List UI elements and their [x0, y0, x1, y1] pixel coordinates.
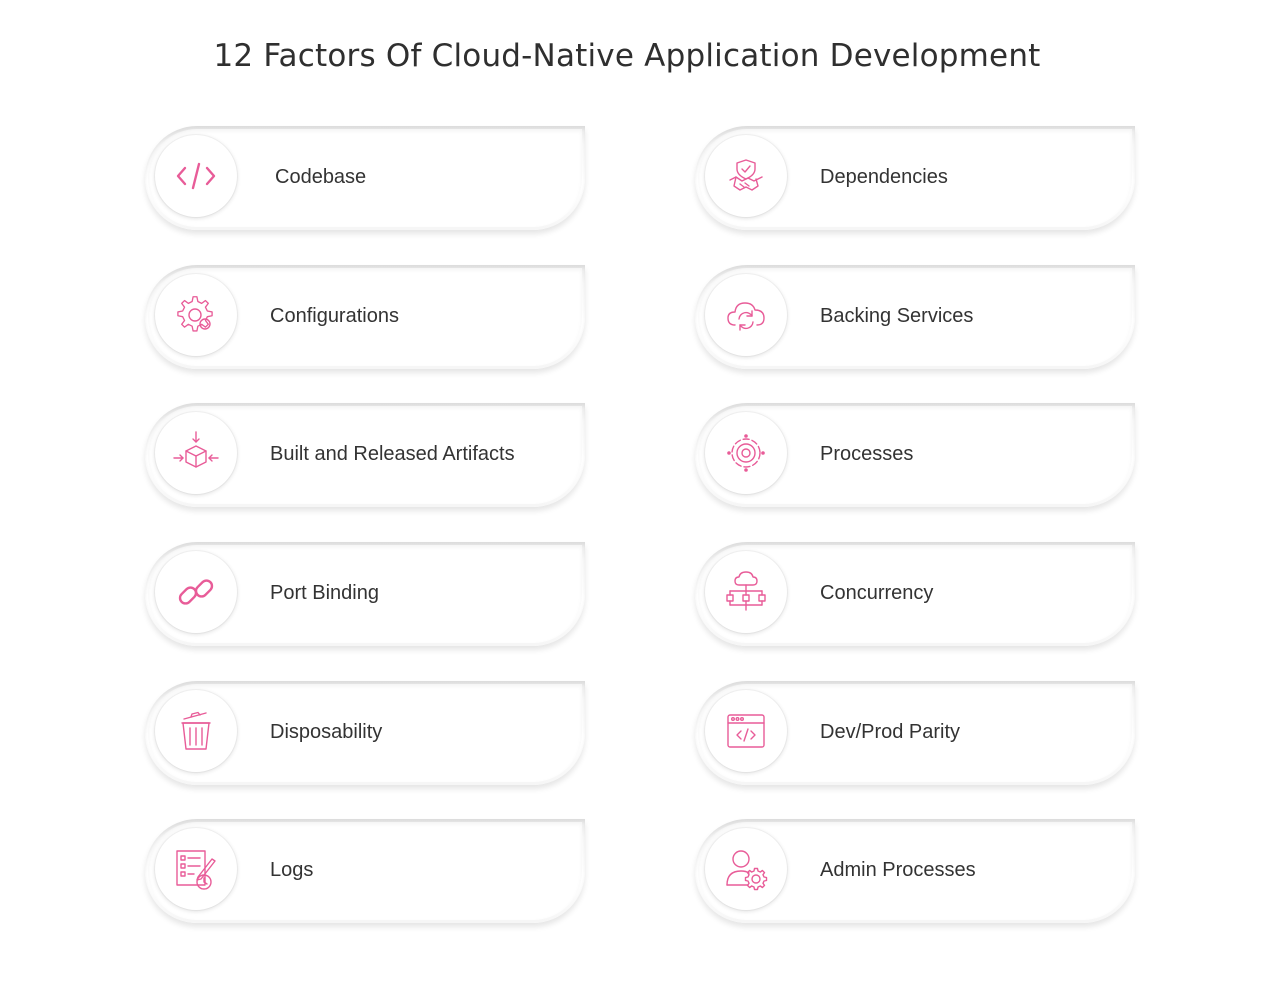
page-title: 12 Factors Of Cloud-Native Application D…: [213, 38, 1041, 74]
user-gear-icon: [705, 828, 787, 910]
factor-label: Built and Released Artifacts: [270, 443, 515, 465]
factor-label: Backing Services: [820, 305, 974, 327]
factor-card-built-released-artifacts: Built and Released Artifacts: [145, 403, 585, 507]
factor-label: Admin Processes: [820, 859, 976, 881]
factor-card-disposability: Disposability: [145, 681, 585, 785]
gear-cycle-icon: [705, 412, 787, 494]
factor-card-codebase: Codebase: [145, 126, 585, 230]
factor-card-configurations: Configurations: [145, 265, 585, 369]
gears-icon: [155, 274, 237, 356]
factor-label: Processes: [820, 443, 914, 465]
code-brackets-icon: [155, 135, 237, 217]
factor-label: Dev/Prod Parity: [820, 721, 961, 743]
factor-label: Codebase: [275, 166, 367, 188]
factor-card-concurrency: Concurrency: [695, 542, 1135, 646]
factor-label: Configurations: [270, 305, 399, 327]
factor-label: Disposability: [270, 721, 383, 743]
browser-code-icon: [705, 690, 787, 772]
factor-label: Logs: [270, 859, 314, 881]
cloud-sync-icon: [705, 274, 787, 356]
box-arrows-icon: [155, 412, 237, 494]
factor-card-port-binding: Port Binding: [145, 542, 585, 646]
factor-card-dev-prod-parity: Dev/Prod Parity: [695, 681, 1135, 785]
chain-link-icon: [155, 551, 237, 633]
factor-label: Dependencies: [820, 166, 948, 188]
factor-card-logs: Logs: [145, 819, 585, 923]
trash-can-icon: [155, 690, 237, 772]
checklist-pen-icon: [155, 828, 237, 910]
factor-label: Concurrency: [820, 582, 934, 604]
factor-label: Port Binding: [270, 582, 379, 604]
factor-card-backing-services: Backing Services: [695, 265, 1135, 369]
handshake-shield-icon: [705, 135, 787, 217]
factor-card-admin-processes: Admin Processes: [695, 819, 1135, 923]
factor-card-processes: Processes: [695, 403, 1135, 507]
factor-card-dependencies: Dependencies: [695, 126, 1135, 230]
cloud-network-icon: [705, 551, 787, 633]
